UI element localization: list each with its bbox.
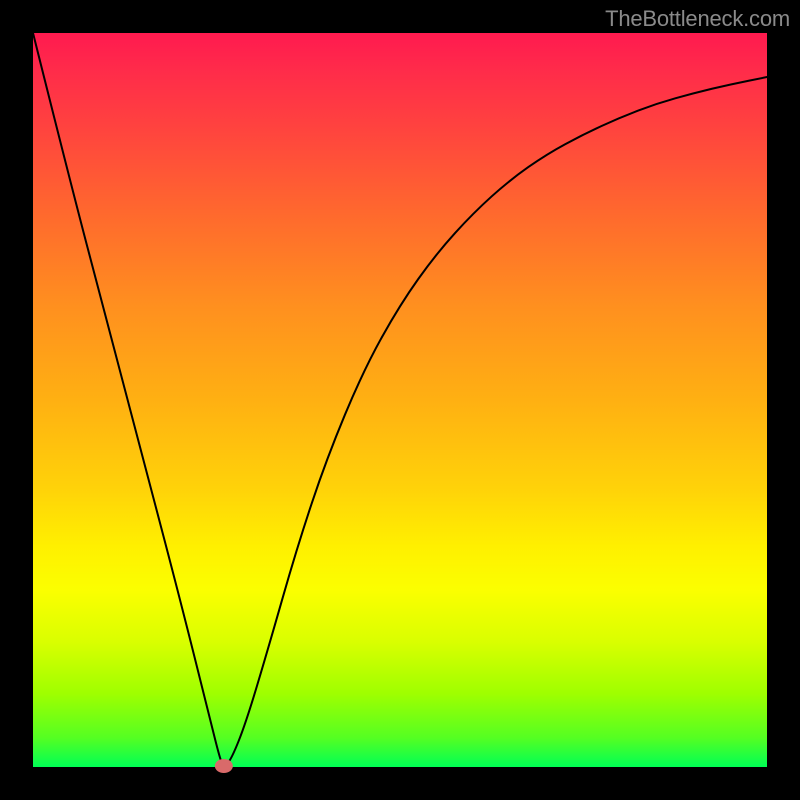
bottleneck-curve — [33, 33, 767, 765]
chart-svg — [33, 33, 767, 767]
chart-frame: TheBottleneck.com — [0, 0, 800, 800]
optimal-point-marker — [215, 759, 233, 773]
watermark-text: TheBottleneck.com — [605, 6, 790, 32]
plot-area — [33, 33, 767, 767]
